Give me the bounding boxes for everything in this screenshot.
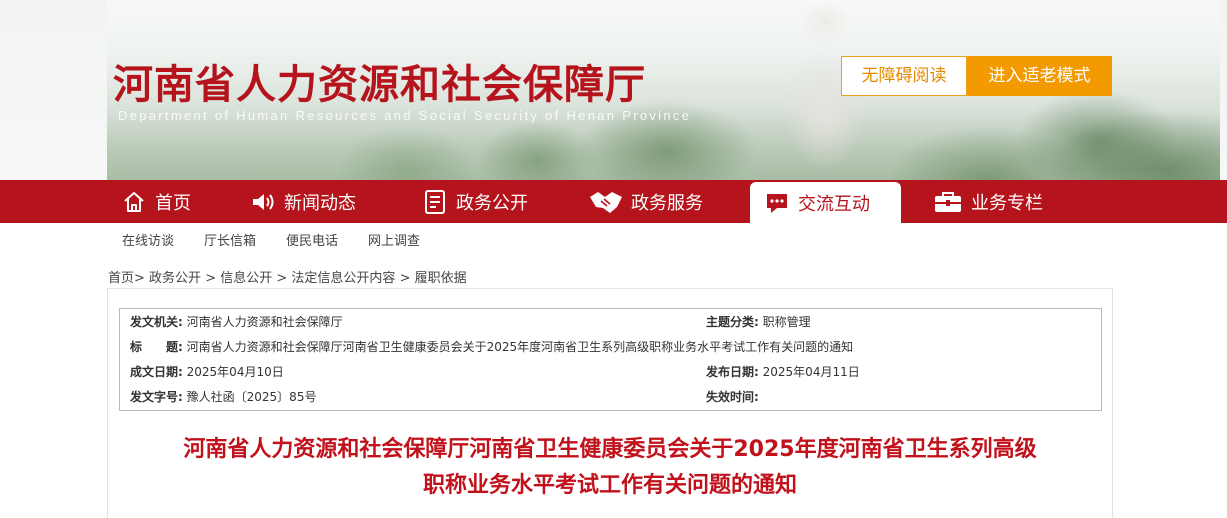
meta-title: 河南省人力资源和社会保障厅河南省卫生健康委员会关于2025年度河南省卫生系列高级…	[186, 340, 854, 354]
nav-item-label: 新闻动态	[284, 192, 356, 214]
breadcrumb-duty-basis[interactable]: 履职依据	[415, 271, 467, 286]
nav-item-gov-affairs-open[interactable]: 政务公开	[422, 180, 528, 223]
meta-row-expiry: 失效时间:	[706, 387, 763, 407]
meta-label: 主题分类:	[706, 315, 759, 329]
breadcrumb-home[interactable]: 首页	[108, 271, 134, 286]
site-subtitle: Department of Human Resources and Social…	[118, 108, 692, 123]
meta-label: 成文日期:	[130, 365, 183, 379]
meta-label: 标 题:	[130, 340, 183, 354]
home-icon	[121, 189, 147, 215]
sub-nav: 在线访谈 厅长信箱 便民电话 网上调查	[122, 230, 450, 249]
document-metadata-table: 发文机关: 河南省人力资源和社会保障厅 主题分类: 职称管理 标 题: 河南省人…	[119, 308, 1102, 411]
handshake-icon	[589, 189, 623, 215]
subnav-item-service-phone[interactable]: 便民电话	[286, 230, 338, 249]
chat-icon	[764, 190, 790, 216]
breadcrumb-info-open[interactable]: 信息公开	[220, 271, 272, 286]
main-nav: 首页 新闻动态 政务公开 政务服务 交流互动 业务专栏	[0, 180, 1227, 223]
briefcase-icon	[933, 189, 963, 215]
article-title-line-2: 职称业务水平考试工作有关问题的通知	[422, 473, 797, 498]
nav-item-label: 首页	[155, 192, 191, 214]
site-title: 河南省人力资源和社会保障厅	[113, 62, 646, 108]
nav-item-label: 交流互动	[798, 193, 870, 215]
breadcrumb: 首页> 政务公开 > 信息公开 > 法定信息公开内容 > 履职依据	[108, 271, 467, 286]
meta-doc-number: 豫人社函〔2025〕85号	[186, 390, 317, 404]
subnav-item-director-mailbox[interactable]: 厅长信箱	[204, 230, 256, 249]
subnav-item-online-interview[interactable]: 在线访谈	[122, 230, 174, 249]
article-title: 河南省人力资源和社会保障厅河南省卫生健康委员会关于2025年度河南省卫生系列高级…	[107, 432, 1113, 504]
meta-issuer: 河南省人力资源和社会保障厅	[186, 315, 343, 329]
meta-row-title: 标 题: 河南省人力资源和社会保障厅河南省卫生健康委员会关于2025年度河南省卫…	[130, 337, 853, 357]
nav-item-interaction[interactable]: 交流互动	[750, 182, 901, 223]
nav-item-gov-services[interactable]: 政务服务	[589, 180, 703, 223]
meta-created-date: 2025年04月10日	[186, 365, 284, 379]
nav-item-label: 政务公开	[456, 192, 528, 214]
meta-row-published: 发布日期: 2025年04月11日	[706, 362, 860, 382]
meta-label: 发文机关:	[130, 315, 183, 329]
speaker-icon	[250, 189, 276, 215]
meta-row-topic: 主题分类: 职称管理	[706, 312, 811, 332]
meta-row-issuer: 发文机关: 河南省人力资源和社会保障厅	[130, 312, 343, 332]
meta-published-date: 2025年04月11日	[762, 365, 860, 379]
document-icon	[422, 189, 448, 215]
nav-item-business-column[interactable]: 业务专栏	[933, 180, 1043, 223]
meta-label: 失效时间:	[706, 390, 759, 404]
accessibility-reading-button[interactable]: 无障碍阅读	[841, 56, 967, 96]
article-title-line-1: 河南省人力资源和社会保障厅河南省卫生健康委员会关于2025年度河南省卫生系列高级	[183, 437, 1037, 462]
meta-row-created: 成文日期: 2025年04月10日	[130, 362, 284, 382]
subnav-item-online-survey[interactable]: 网上调查	[368, 230, 420, 249]
meta-topic: 职称管理	[762, 315, 811, 329]
breadcrumb-statutory-content[interactable]: 法定信息公开内容	[291, 271, 395, 286]
elder-mode-button[interactable]: 进入适老模式	[967, 56, 1112, 96]
nav-item-news[interactable]: 新闻动态	[250, 180, 356, 223]
nav-item-label: 政务服务	[631, 192, 703, 214]
breadcrumb-gov-affairs-open[interactable]: 政务公开	[149, 271, 201, 286]
nav-item-label: 业务专栏	[971, 192, 1043, 214]
meta-row-doc-no: 发文字号: 豫人社函〔2025〕85号	[130, 387, 316, 407]
meta-label: 发布日期:	[706, 365, 759, 379]
nav-item-home[interactable]: 首页	[121, 180, 191, 223]
meta-label: 发文字号:	[130, 390, 183, 404]
